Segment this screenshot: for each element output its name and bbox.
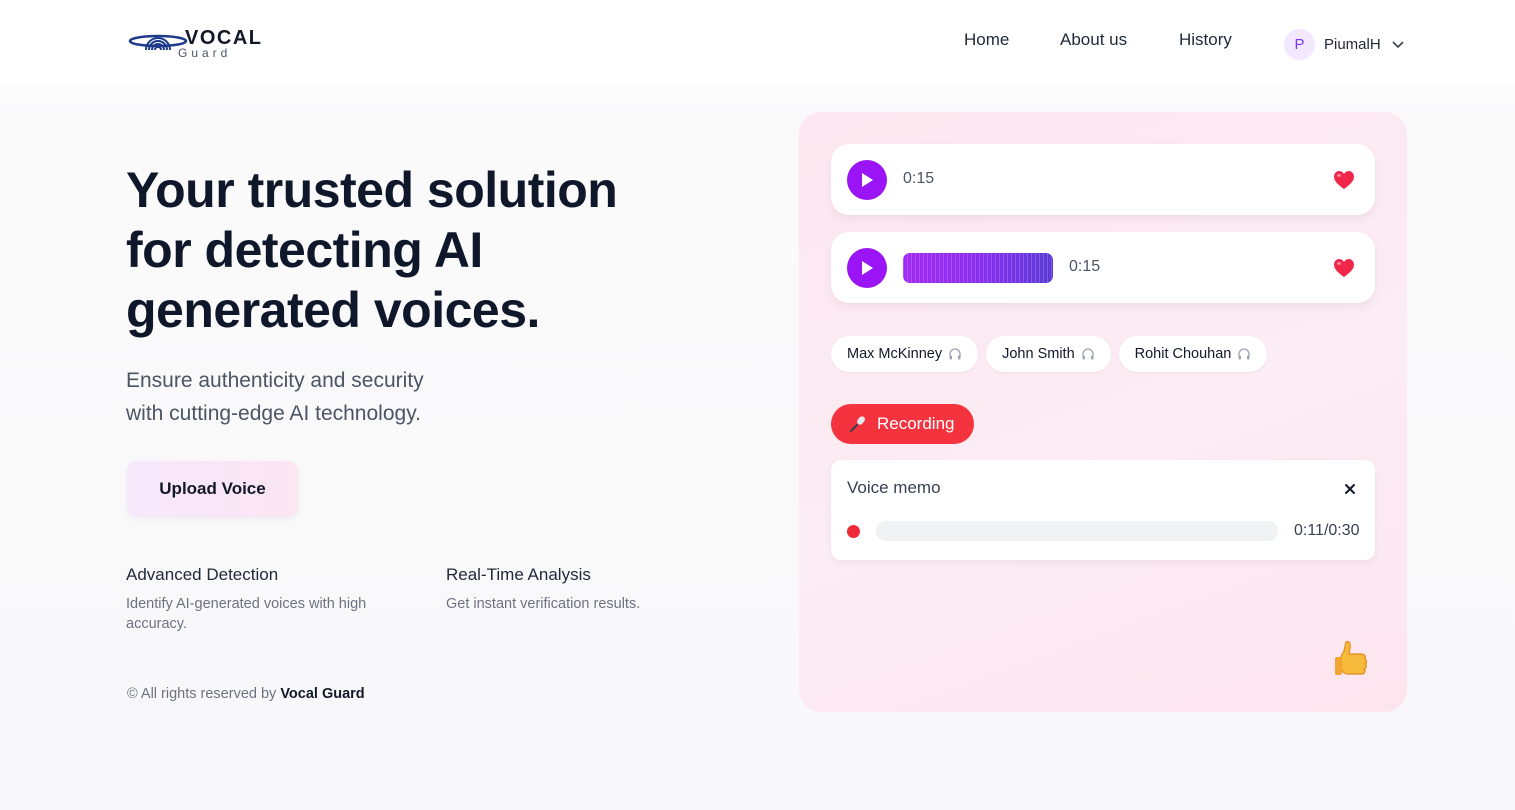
logo[interactable]: VOCAL Guard <box>128 24 278 64</box>
feature-title: Advanced Detection <box>126 565 279 584</box>
hero-title-line: Your trusted solution <box>126 162 618 218</box>
user-menu[interactable]: P PiumalH <box>1284 28 1405 60</box>
speaker-chip[interactable]: Rohit Chouhan <box>1118 336 1268 372</box>
waveform[interactable] <box>903 253 1053 283</box>
voice-panel: 0:15 0:15 Max McKinney John Smith Rohit … <box>799 112 1407 712</box>
heart-icon[interactable] <box>1333 170 1355 190</box>
play-icon <box>862 261 873 275</box>
microphone-icon <box>850 416 865 432</box>
footer-copyright: © All rights reserved by Vocal Guard <box>127 686 365 702</box>
hero-subtitle: Ensure authenticity and security with cu… <box>126 364 546 430</box>
footer-prefix: © All rights reserved by <box>127 686 281 702</box>
headphones-icon <box>949 348 961 360</box>
player-time: 0:15 <box>903 170 935 187</box>
speaker-chips: Max McKinney John Smith Rohit Chouhan <box>831 336 1268 372</box>
hero-title-line: generated voices. <box>126 282 540 338</box>
headphones-icon <box>1081 348 1094 360</box>
audio-player: 0:15 <box>831 144 1375 215</box>
thumbs-up-icon[interactable] <box>1332 638 1370 680</box>
feature-real-time-analysis: Real-Time Analysis Get instant verificat… <box>446 565 706 614</box>
nav-history[interactable]: History <box>1179 30 1232 56</box>
audio-player: 0:15 <box>831 232 1375 303</box>
play-icon <box>862 173 873 187</box>
header: VOCAL Guard Home About us History P Pium… <box>0 0 1515 86</box>
player-time: 0:15 <box>1069 258 1101 275</box>
nav-home[interactable]: Home <box>964 30 1009 56</box>
speaker-chip[interactable]: John Smith <box>986 336 1111 372</box>
speaker-name: Max McKinney <box>847 346 943 362</box>
speaker-name: Rohit Chouhan <box>1134 346 1232 362</box>
hero-title: Your trusted solution for detecting AI g… <box>126 160 686 340</box>
heart-icon[interactable] <box>1333 258 1355 278</box>
recording-time: 0:11/0:30 <box>1294 522 1360 539</box>
username: PiumalH <box>1324 35 1381 53</box>
nav-about-us[interactable]: About us <box>1060 30 1127 56</box>
footer-brand: Vocal Guard <box>280 686 365 702</box>
hero-subtitle-line: with cutting-edge AI technology. <box>126 402 421 425</box>
hero-title-line: for detecting AI <box>126 222 483 278</box>
hero-subtitle-line: Ensure authenticity and security <box>126 369 424 392</box>
speaker-name: John Smith <box>1002 346 1075 362</box>
avatar: P <box>1284 28 1315 60</box>
chevron-down-icon <box>1392 41 1404 49</box>
play-button[interactable] <box>847 248 887 288</box>
recording-progress-bar[interactable] <box>876 521 1278 541</box>
speaker-chip[interactable]: Max McKinney <box>831 336 979 372</box>
play-button[interactable] <box>847 160 887 200</box>
logo-subtitle: Guard <box>178 46 232 60</box>
feature-description: Identify AI-generated voices with high a… <box>126 596 367 632</box>
recording-indicator <box>847 525 860 538</box>
headphones-icon <box>1238 348 1251 360</box>
recording-label: Recording <box>877 414 955 433</box>
recording-button[interactable]: Recording <box>831 404 974 444</box>
feature-advanced-detection: Advanced Detection Identify AI-generated… <box>126 565 416 634</box>
voice-memo-card: Voice memo 0:11/0:30 <box>831 460 1375 560</box>
recording-progress-fill <box>876 521 1025 541</box>
feature-title: Real-Time Analysis <box>446 565 591 584</box>
close-icon[interactable] <box>1343 482 1357 496</box>
upload-voice-button[interactable]: Upload Voice <box>127 461 298 517</box>
voice-memo-title: Voice memo <box>847 478 941 497</box>
feature-description: Get instant verification results. <box>446 596 641 612</box>
